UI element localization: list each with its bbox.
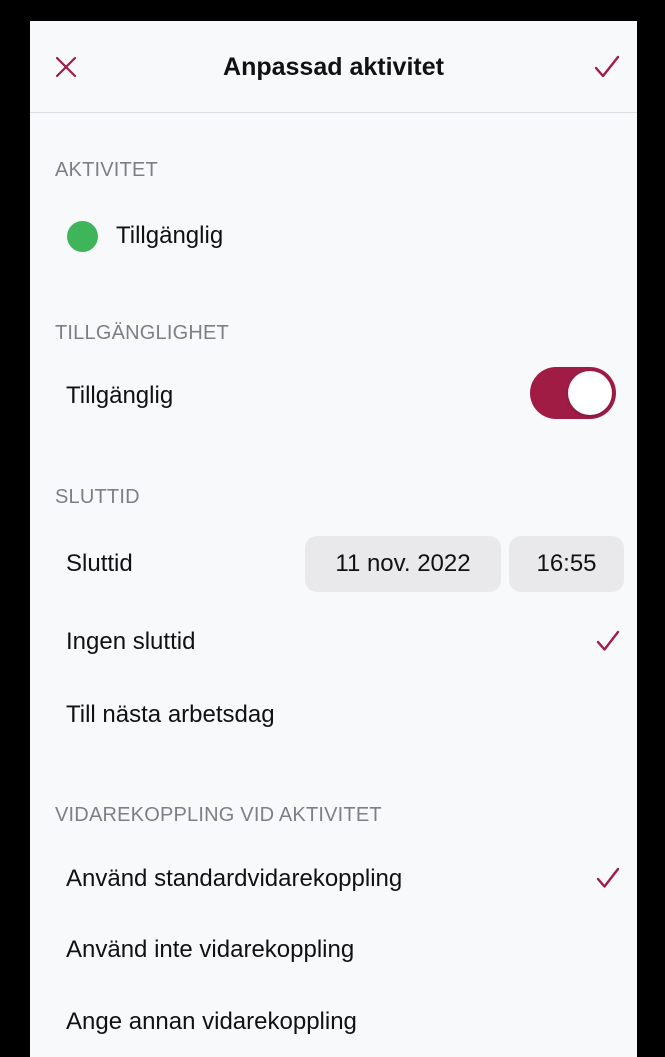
end-date-picker[interactable]: 11 nov. 2022 xyxy=(305,536,501,592)
checkmark-icon xyxy=(596,867,620,888)
checkmark-icon xyxy=(596,630,620,651)
option-label: Ingen sluttid xyxy=(66,628,196,655)
option-no-forwarding[interactable]: Använd inte vidarekoppling xyxy=(30,924,637,976)
option-other-forwarding[interactable]: Ange annan vidarekoppling xyxy=(30,996,637,1048)
availability-label: Tillgänglig xyxy=(66,382,174,409)
toggle-knob xyxy=(568,371,612,415)
option-label: Använd standardvidarekoppling xyxy=(66,865,403,892)
section-header-availability: TILLGÄNGLIGHET xyxy=(55,322,229,344)
option-label: Ange annan vidarekoppling xyxy=(66,1008,357,1035)
option-no-end-time[interactable]: Ingen sluttid xyxy=(30,616,637,668)
status-dot-icon xyxy=(67,221,98,252)
option-default-forwarding[interactable]: Använd standardvidarekoppling xyxy=(30,853,637,905)
section-header-forwarding: VIDAREKOPPLING VID AKTIVITET xyxy=(55,804,382,826)
section-header-end-time: SLUTTID xyxy=(55,486,140,508)
end-time-label: Sluttid xyxy=(66,550,133,577)
option-label: Använd inte vidarekoppling xyxy=(66,936,355,963)
screen: Anpassad aktivitet AKTIVITET Tillgänglig… xyxy=(30,21,637,1057)
option-next-workday[interactable]: Till nästa arbetsdag xyxy=(30,689,637,741)
end-time-picker[interactable]: 16:55 xyxy=(509,536,624,592)
checkmark-icon[interactable] xyxy=(593,54,621,80)
page-title: Anpassad aktivitet xyxy=(223,53,444,81)
activity-status-label: Tillgänglig xyxy=(116,222,224,249)
navigation-bar: Anpassad aktivitet xyxy=(30,21,637,113)
availability-toggle[interactable] xyxy=(530,367,616,419)
option-label: Till nästa arbetsdag xyxy=(66,701,275,728)
section-header-activity: AKTIVITET xyxy=(55,159,158,181)
activity-status-row[interactable]: Tillgänglig xyxy=(30,211,637,263)
